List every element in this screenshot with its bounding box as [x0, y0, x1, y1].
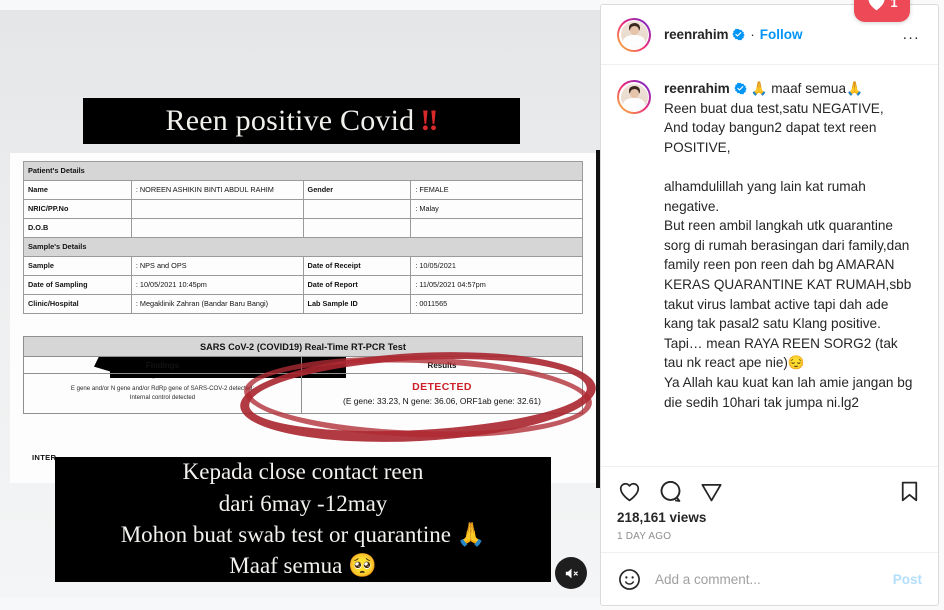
row-value-2: : 11/05/2021 04:57pm [410, 275, 583, 295]
row-label: Clinic/Hospital [23, 294, 132, 314]
patient-details-table: Patient's Details Name : NOREEN ASHIKIN … [23, 161, 583, 314]
row-label-2: Date of Report [302, 275, 412, 295]
post-timestamp: 1 DAY AGO [617, 531, 672, 542]
row-value: : 10/05/2021 10:45pm [130, 275, 304, 295]
row-value: : Megaklinik Zahran (Bandar Baru Bangi) [130, 294, 304, 314]
media-bottom-banner-line: Kepada close contact reen [182, 459, 424, 485]
add-comment-row[interactable]: Post [601, 552, 938, 605]
post-media-pane[interactable]: Patient's Details Name : NOREEN ASHIKIN … [0, 0, 600, 610]
like-count: 1 [890, 0, 898, 10]
row-value-2 [410, 218, 583, 238]
post-author-username[interactable]: reenrahim [664, 27, 728, 42]
media-bottom-banner-line: Mohon buat swab test or quarantine 🙏 [120, 522, 486, 547]
comment-bubble-icon[interactable] [658, 479, 683, 504]
avatar-story-ring[interactable] [617, 17, 651, 52]
row-label: D.O.B [23, 218, 132, 238]
comments-section[interactable]: reenrahim 🙏 maaf semua🙏 Reen buat dua te… [601, 65, 938, 466]
double-exclamation-icon: ‼ [420, 104, 438, 137]
media-top-banner: Reen positive Covid ‼ [83, 98, 520, 144]
view-count: 218,161 views [617, 510, 707, 525]
bookmark-icon[interactable] [897, 479, 922, 504]
row-label: Sample [23, 256, 132, 276]
row-value: : NPS and OPS [130, 256, 304, 276]
caption-text: reenrahim 🙏 maaf semua🙏 Reen buat dua te… [664, 79, 919, 412]
comment-input[interactable] [655, 571, 893, 587]
avatar [620, 21, 648, 48]
row-value-2: : FEMALE [410, 180, 583, 200]
smiley-face-icon[interactable] [617, 567, 642, 592]
row-label-2 [302, 199, 412, 219]
verified-badge-icon [732, 28, 746, 41]
sample-details-section-header: Sample's Details [23, 237, 583, 257]
pcr-col-findings: Findings [23, 356, 302, 374]
media-bottom-banner-line: dari 6may -12may [218, 490, 388, 516]
verified-badge-icon [734, 82, 747, 95]
speaker-muted-icon [565, 568, 578, 578]
row-label: NRIC/PP.No [23, 199, 132, 219]
like-count-badge[interactable]: 1 [854, 0, 910, 22]
post-comment-button[interactable]: Post [893, 572, 922, 587]
caption-username[interactable]: reenrahim [664, 81, 730, 96]
row-value [130, 218, 304, 238]
post-actions: 218,161 views 1 DAY AGO [601, 466, 938, 552]
post-sidebar: reenrahim · Follow ... reenrahim 🙏 maaf … [600, 4, 939, 606]
media-bottom-banner-line: Maaf semua 🥺 [229, 553, 377, 579]
row-value-2: : Malay [410, 199, 583, 219]
media-bottom-strip [0, 598, 600, 610]
media-top-banner-text: Reen positive Covid [165, 104, 415, 137]
patient-details-section-header: Patient's Details [23, 161, 583, 181]
row-value [130, 199, 304, 219]
interpretation-label: INTER [32, 453, 57, 462]
row-value: : NOREEN ASHIKIN BINTI ABDUL RAHIM [130, 180, 304, 200]
media-canvas: Patient's Details Name : NOREEN ASHIKIN … [0, 10, 600, 598]
follow-button[interactable]: Follow [760, 27, 803, 42]
caption-item: reenrahim 🙏 maaf semua🙏 Reen buat dua te… [617, 79, 922, 412]
row-value-2: : 10/05/2021 [410, 256, 583, 276]
row-label-2 [302, 218, 412, 238]
instagram-post-screen: Patient's Details Name : NOREEN ASHIKIN … [0, 0, 944, 610]
row-label-2: Gender [302, 180, 412, 200]
row-label: Name [23, 180, 132, 200]
action-icons-row [617, 473, 922, 506]
media-top-strip [0, 0, 600, 10]
caption-body: Reen buat dua test,satu NEGATIVE, And to… [664, 100, 913, 410]
row-label-2: Lab Sample ID [302, 294, 412, 314]
row-value-2: : 0011565 [410, 294, 583, 314]
row-label-2: Date of Receipt [302, 256, 412, 276]
heart-filled-icon [869, 0, 885, 10]
avatar [620, 83, 648, 111]
heart-icon[interactable] [617, 479, 642, 504]
row-label: Date of Sampling [23, 275, 132, 295]
share-paper-plane-icon[interactable] [699, 479, 724, 504]
more-options-button[interactable]: ... [893, 22, 930, 47]
media-bottom-banner: Kepada close contact reen dari 6may -12m… [55, 457, 551, 582]
caption-greeting: 🙏 maaf semua🙏 [750, 81, 863, 96]
mute-button[interactable] [555, 557, 587, 589]
header-separator: · [750, 27, 755, 42]
caption-avatar-ring[interactable] [617, 80, 651, 114]
